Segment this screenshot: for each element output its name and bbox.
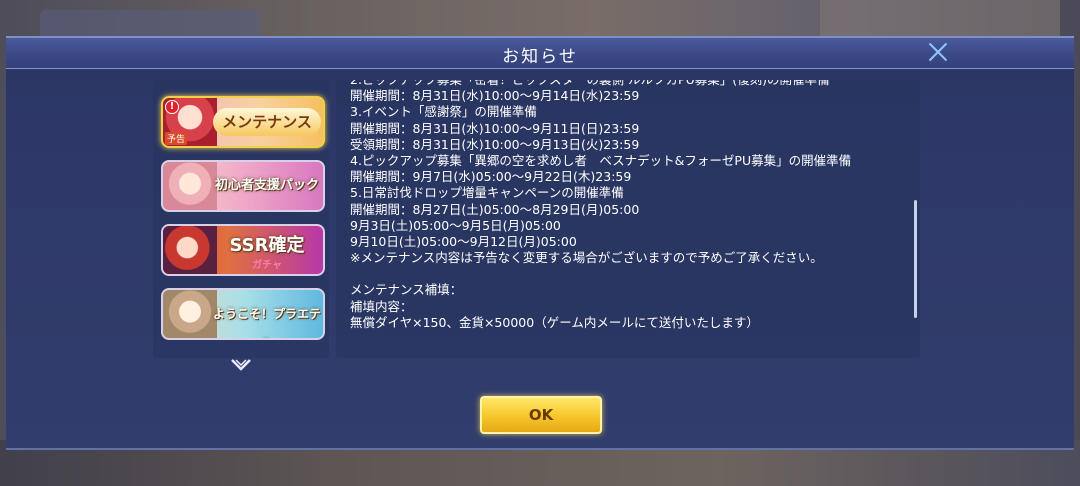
content-scrollbar[interactable] <box>914 200 917 318</box>
notice-line: 開催期間：8月31日(水)10:00～9月11日(日)23:59 <box>350 120 640 136</box>
banner-label: 初心者支援パック <box>214 178 319 193</box>
notice-line: 開催期間：8月31日(水)10:00～9月14日(水)23:59 <box>350 88 640 104</box>
ok-button[interactable]: OK <box>480 396 602 434</box>
character-art <box>163 290 217 338</box>
notice-line: ※メンテナンス内容は予告なく変更する場合がございますので予めご了承ください。 <box>350 250 823 266</box>
dialog-title-bar: お知らせ <box>6 38 1074 69</box>
banner-welcome[interactable]: ようこそ！プラエテへ <box>161 288 325 340</box>
notice-line: 補填内容： <box>350 298 413 314</box>
notice-line: 受領期間：8月31日(水)10:00～9月13日(火)23:59 <box>350 136 640 152</box>
notice-tag: 予告 <box>165 132 188 145</box>
banner-label: ようこそ！プラエテへ <box>213 307 322 338</box>
notice-line: 無償ダイヤ×150、金貨×50000（ゲーム内メールにて送付いたします） <box>350 314 759 330</box>
notice-text: 2.ピックアップ募集「密着！ピックスターの裏側 ルルフカPU募集」(復刻)の開催… <box>350 80 910 331</box>
notice-line: メンテナンス補填： <box>350 282 463 298</box>
notice-line: 開催期間：9月7日(水)05:00～9月22日(木)23:59 <box>350 169 632 185</box>
banner-sublabel: ガチャ <box>252 260 282 271</box>
notice-line: 4.ピックアップ募集「異郷の空を求めし者 ベスナデット&フォーゼPU募集」の開催… <box>350 152 852 168</box>
banner-label: メンテナンス <box>213 108 321 136</box>
banner-maintenance[interactable]: ! 予告 メンテナンス <box>161 96 325 148</box>
banner-beginner-pack[interactable]: 初心者支援パック <box>161 160 325 212</box>
chevron-down-icon[interactable] <box>230 358 252 372</box>
character-art <box>163 162 217 210</box>
dialog-title: お知らせ <box>502 47 578 67</box>
notice-line: 5.日常討伐ドロップ増量キャンペーンの開催準備 <box>350 185 624 201</box>
notice-line <box>350 266 910 282</box>
notice-line: 3.イベント「感謝祭」の開催準備 <box>350 104 537 120</box>
close-icon[interactable] <box>926 40 950 64</box>
notice-content-panel[interactable]: 2.ピックアップ募集「密着！ピックスターの裏側 ルルフカPU募集」(復刻)の開催… <box>336 80 920 358</box>
notice-line: 開催期間：8月27日(土)05:00～8月29日(月)05:00 <box>350 201 640 217</box>
notice-sidebar: ! 予告 メンテナンス 初心者支援パック SSR確定 ガチャ ようこそ！プラエテ… <box>153 80 329 358</box>
notice-line: 9月10日(土)05:00～9月12日(月)05:00 <box>350 233 577 249</box>
alert-badge: ! <box>165 100 179 114</box>
banner-ssr-gacha[interactable]: SSR確定 ガチャ <box>161 224 325 276</box>
notice-line: 2.ピックアップ募集「密着！ピックスターの裏側 ルルフカPU募集」(復刻)の開催… <box>350 80 910 88</box>
notice-line: 9月3日(土)05:00～9月5日(月)05:00 <box>350 217 561 233</box>
character-art <box>163 226 217 274</box>
